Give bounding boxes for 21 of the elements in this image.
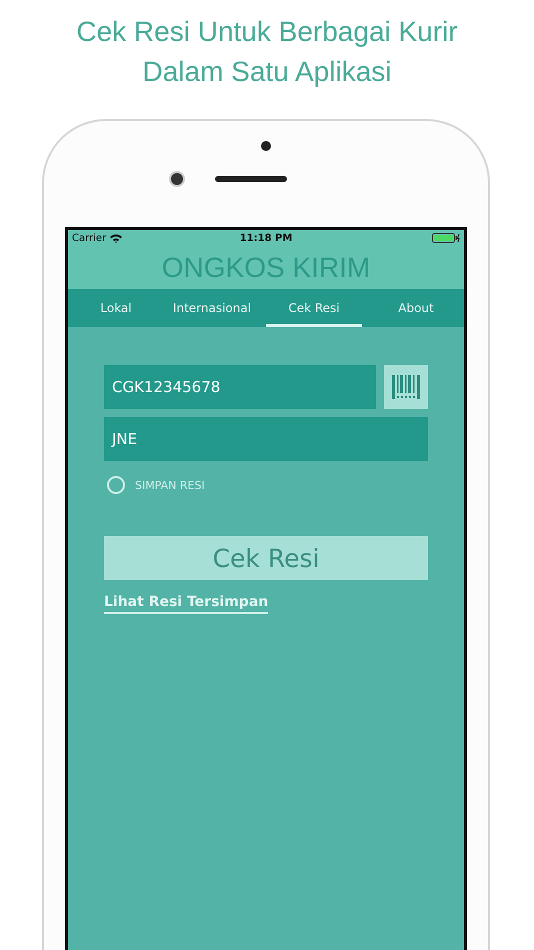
courier-field[interactable]: JNE [104, 417, 428, 461]
check-receipt-button[interactable]: Cek Resi [104, 536, 428, 580]
save-radio[interactable] [107, 476, 125, 494]
tab[interactable]: Internasional [164, 289, 260, 327]
camera-icon [169, 171, 185, 187]
tab[interactable]: Lokal [68, 289, 164, 327]
battery-icon [432, 233, 460, 243]
barcode-scan-button[interactable] [384, 365, 428, 409]
status-time: 11:18 PM [240, 232, 292, 244]
tab[interactable]: Cek Resi [266, 289, 362, 327]
headline-text: Cek Resi Untuk Berbagai Kurir [76, 15, 458, 49]
tab[interactable]: About [368, 289, 464, 327]
tracking-number-field[interactable]: CGK12345678 [104, 365, 376, 409]
wifi-icon [110, 234, 122, 242]
speaker-icon [215, 176, 287, 182]
headline-text: Dalam Satu Aplikasi [142, 55, 392, 89]
sensor-icon [261, 141, 271, 151]
save-label: SIMPAN RESI [135, 478, 205, 492]
barcode-icon [391, 374, 421, 400]
carrier-label: Carrier [72, 232, 106, 244]
saved-receipts-link[interactable]: Lihat Resi Tersimpan [104, 594, 268, 614]
